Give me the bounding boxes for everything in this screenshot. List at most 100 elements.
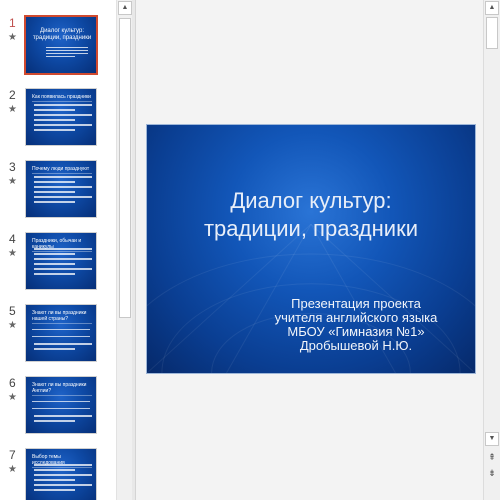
pane-splitter[interactable]	[132, 0, 136, 500]
thumbnail-title: Знают ли вы праздники нашей страны?	[32, 310, 92, 324]
thumbnail-text-line	[34, 196, 92, 198]
thumbnail-text-line	[34, 201, 75, 203]
slide-number: 2	[9, 88, 16, 102]
thumbnail-frame[interactable]: Праздники, обычаи и каникулы	[25, 232, 97, 290]
thumbnail-text-line	[34, 109, 75, 111]
thumbnail-slide-preview: Знают ли вы праздники нашей страны?	[26, 305, 96, 361]
thumbnail-text-line	[34, 124, 92, 126]
thumbnail-text-line	[34, 420, 75, 422]
slide-number: 1	[9, 16, 16, 30]
thumbnail-table	[32, 401, 90, 409]
slide-subtitle-line: Дробышевой Н.Ю.	[299, 338, 413, 353]
thumbnail-slide-preview: Диалог культур: традиции, праздники	[26, 17, 96, 73]
slide-number: 5	[9, 304, 16, 318]
thumbnail-slide-preview: Выбор темы исследования	[26, 449, 96, 500]
thumbnail-text-line	[34, 263, 75, 265]
thumbnail-bullets	[34, 104, 92, 134]
scroll-down-arrow-icon[interactable]: ▼	[485, 432, 499, 446]
thumbnail-frame[interactable]: Знают ли вы праздники нашей страны?	[25, 304, 97, 362]
thumbnail-text-line	[34, 273, 75, 275]
thumbnail-text-line	[34, 348, 75, 350]
thumbnail-text-line	[34, 258, 92, 260]
animation-star-icon: ★	[8, 104, 17, 115]
slide-number: 3	[9, 160, 16, 174]
animation-star-icon: ★	[8, 320, 17, 331]
thumbnail-text-line	[34, 474, 92, 476]
thumbnail-frame[interactable]: Знают ли вы праздники Англии?	[25, 376, 97, 434]
thumbnail-text-line	[34, 248, 92, 250]
animation-star-icon: ★	[8, 32, 17, 43]
thumbnail-frame[interactable]: Выбор темы исследования	[25, 448, 97, 500]
powerpoint-editor: 1 ★ Диалог культур: традиции, праздники 2 ★ К…	[0, 0, 500, 500]
slide-number: 6	[9, 376, 16, 390]
slide-subtitle-line: МБОУ «Гимназия №1»	[287, 324, 425, 339]
slide-title[interactable]: Диалог культур: традиции, праздники	[157, 187, 465, 243]
thumbnail-text-line	[34, 268, 92, 270]
previous-slide-icon[interactable]: ⇞	[485, 450, 499, 464]
slide-title-line: Диалог культур:	[230, 188, 392, 213]
thumbnail-text-line	[34, 104, 92, 106]
thumbnail-scrollbar[interactable]: ▲	[116, 0, 132, 500]
thumbnail-text-line	[34, 469, 75, 471]
thumbnail-bullets	[34, 176, 92, 206]
thumbnail-table	[32, 329, 90, 337]
next-slide-icon[interactable]: ⇟	[485, 466, 499, 480]
thumbnail-bullets	[34, 415, 92, 425]
thumbnail-text-line	[34, 253, 75, 255]
current-slide[interactable]: Диалог культур: традиции, праздники През…	[146, 124, 476, 374]
thumbnail-title: Диалог культур: традиции, праздники	[32, 28, 92, 41]
thumbnail-text-line	[34, 129, 75, 131]
animation-star-icon: ★	[8, 248, 17, 259]
scrollbar-thumb[interactable]	[486, 17, 498, 49]
scrollbar-thumb[interactable]	[119, 18, 131, 318]
slide-thumbnail[interactable]: 2 ★ Как появилась праздники	[0, 88, 116, 150]
slide-subtitle-line: учителя английского языка	[274, 310, 438, 325]
scroll-up-arrow-icon[interactable]: ▲	[118, 1, 132, 15]
slide-number: 7	[9, 448, 16, 462]
thumbnail-frame[interactable]: Как появилась праздники	[25, 88, 97, 146]
thumbnail-text-line	[34, 489, 75, 491]
scroll-up-arrow-icon[interactable]: ▲	[485, 1, 499, 15]
thumbnail-title: Почему люди празднуют	[32, 166, 92, 174]
slide-subtitle-line: Презентация проекта	[291, 296, 421, 311]
thumbnail-slide-preview: Как появилась праздники	[26, 89, 96, 145]
slide-scrollbar[interactable]: ▲ ▼ ⇞ ⇟	[483, 0, 500, 500]
thumbnail-subtitle-lines	[46, 47, 88, 59]
slide-subtitle[interactable]: Презентация проекта учителя английского …	[247, 297, 465, 353]
thumbnail-text-line	[46, 50, 88, 51]
thumbnail-frame[interactable]: Почему люди празднуют	[25, 160, 97, 218]
thumbnail-bullets	[34, 464, 92, 494]
animation-star-icon: ★	[8, 176, 17, 187]
thumbnail-title: Как появилась праздники	[32, 94, 92, 102]
thumbnail-text-line	[34, 181, 75, 183]
thumbnail-slide-preview: Праздники, обычаи и каникулы	[26, 233, 96, 289]
thumbnail-text-line	[34, 114, 92, 116]
slide-thumbnail-pane: 1 ★ Диалог культур: традиции, праздники 2 ★ К…	[0, 0, 134, 500]
thumbnail-slide-preview: Почему люди празднуют	[26, 161, 96, 217]
slide-thumbnail[interactable]: 7 ★ Выбор темы исследования	[0, 448, 116, 500]
slide-thumbnail[interactable]: 5 ★ Знают ли вы праздники нашей страны?	[0, 304, 116, 366]
thumbnail-text-line	[46, 56, 76, 57]
thumbnail-text-line	[34, 191, 75, 193]
slide-thumbnail[interactable]: 1 ★ Диалог культур: традиции, праздники	[0, 15, 116, 78]
thumbnail-text-line	[46, 53, 88, 54]
thumbnail-text-line	[34, 186, 92, 188]
thumbnail-text-line	[34, 176, 92, 178]
thumbnail-text-line	[34, 119, 75, 121]
slide-title-line: традиции, праздники	[203, 216, 418, 241]
slide-number: 4	[9, 232, 16, 246]
slide-thumbnail[interactable]: 6 ★ Знают ли вы праздники Англии?	[0, 376, 116, 438]
thumbnail-text-line	[34, 479, 75, 481]
animation-star-icon: ★	[8, 392, 17, 403]
thumbnail-text-line	[34, 464, 92, 466]
thumbnail-bullets	[34, 343, 92, 353]
slide-thumbnail[interactable]: 4 ★ Праздники, обычаи и каникулы	[0, 232, 116, 294]
thumbnail-text-line	[34, 343, 92, 345]
thumbnail-text-line	[34, 415, 92, 417]
thumbnail-frame[interactable]: Диалог культур: традиции, праздники	[24, 15, 98, 75]
thumbnail-text-line	[46, 47, 88, 48]
thumbnail-text-line	[34, 484, 92, 486]
thumbnail-bullets	[34, 248, 92, 278]
slide-thumbnail[interactable]: 3 ★ Почему люди празднуют	[0, 160, 116, 222]
thumbnail-slide-preview: Знают ли вы праздники Англии?	[26, 377, 96, 433]
